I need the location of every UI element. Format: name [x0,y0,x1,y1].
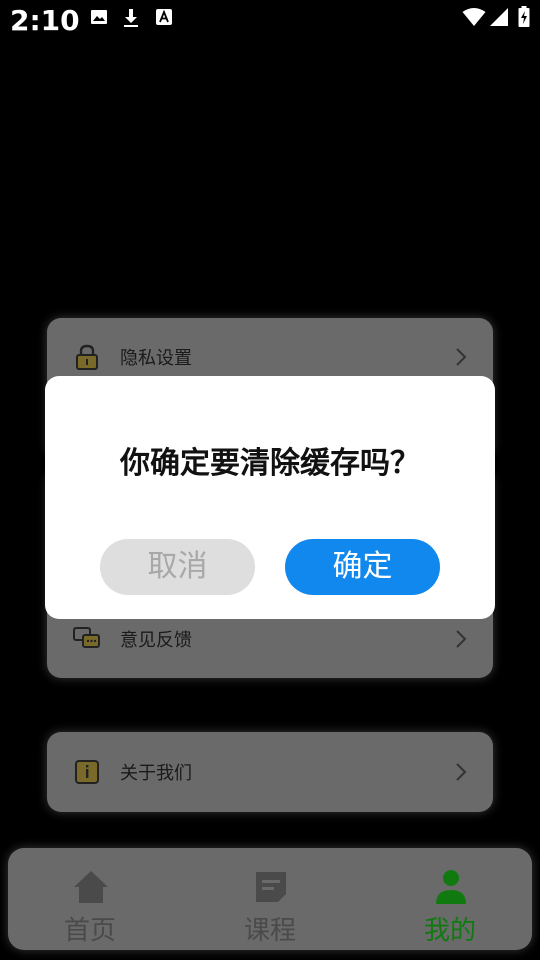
nav-label: 首页 [63,916,116,946]
cancel-button[interactable]: 取消 [100,539,255,595]
menu-item-label: 关于我们 [120,763,192,784]
chevron-right-icon [455,347,467,367]
nav-item-home[interactable]: 首页 [30,858,150,946]
battery-icon [518,6,530,32]
menu-item-label: 意见反馈 [120,630,192,651]
nav-item-course[interactable]: 课程 [210,858,330,946]
settings-card-3: 关于我们 [47,732,493,812]
nav-label: 课程 [243,916,296,946]
status-time: 2:10 [10,4,80,37]
home-icon [72,868,110,906]
course-icon [252,868,290,906]
chevron-right-icon [455,629,467,649]
a-icon [155,8,173,30]
image-icon [90,8,108,30]
clear-cache-dialog: 你确定要清除缓存吗？ 取消 确定 [45,376,495,619]
download-icon [122,8,140,32]
status-bar: 2:10 [0,0,540,44]
menu-item-about[interactable]: 关于我们 [47,733,493,811]
lock-icon [73,343,101,371]
bottom-nav: 首页 课程 我的 [8,848,532,950]
chevron-right-icon [455,762,467,782]
confirm-button[interactable]: 确定 [285,539,440,595]
chat-icon [73,625,101,653]
info-icon [73,758,101,786]
nav-label: 我的 [423,916,476,946]
signal-icon [489,7,509,31]
menu-item-label: 隐私设置 [120,348,192,369]
wifi-icon [462,7,486,31]
nav-item-mine[interactable]: 我的 [390,858,510,946]
user-icon [432,868,470,906]
dialog-title: 你确定要清除缓存吗？ [120,446,420,481]
